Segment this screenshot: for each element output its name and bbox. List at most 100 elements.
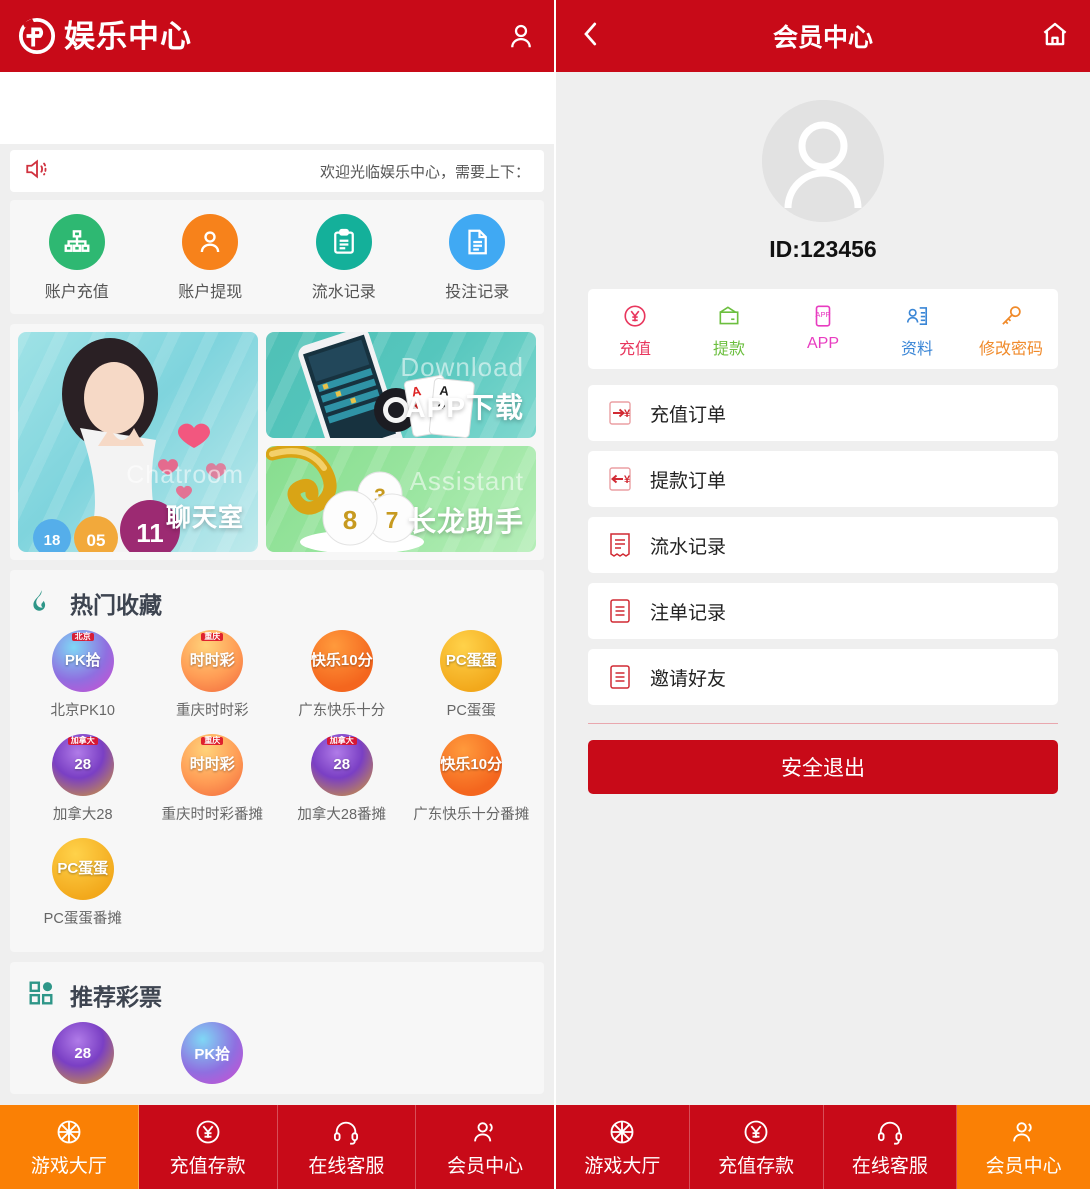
game-item[interactable]: PC蛋蛋 PC蛋蛋 — [407, 630, 537, 720]
nav-item-support[interactable]: 在线客服 — [823, 1105, 958, 1189]
user-icon — [182, 214, 239, 270]
hot-games-grid: 北京 PK拾 北京PK10 重庆 时时彩 重庆时时彩 快乐10分 广东快乐十分 … — [18, 630, 536, 942]
clipboard-icon — [315, 214, 372, 270]
action-profile[interactable]: 资料 — [870, 301, 964, 359]
action-change-password[interactable]: 修改密码 — [964, 301, 1058, 359]
game-label: 重庆时时彩 — [176, 703, 249, 719]
game-icon-text: PC蛋蛋 — [57, 860, 109, 878]
menu-item-deposit-orders[interactable]: ¥ 充值订单 — [588, 385, 1058, 441]
banner-placeholder-area — [0, 72, 554, 144]
user-id: ID:123456 — [769, 236, 877, 262]
nav-item-game-hall[interactable]: 游戏大厅 — [0, 1105, 139, 1189]
quick-actions-row: 账户充值 账户提现 流水记录 投注记录 — [10, 200, 544, 314]
game-item[interactable]: 28 — [18, 1022, 148, 1084]
flame-icon — [28, 588, 54, 619]
nav-item-support[interactable]: 在线客服 — [277, 1105, 417, 1189]
invite-friend-icon — [606, 662, 634, 692]
game-label: PC蛋蛋番摊 — [43, 911, 122, 927]
nav-item-member-center[interactable]: 会员中心 — [957, 1105, 1090, 1189]
game-icon: PK拾 — [181, 1022, 244, 1084]
action-label: 修改密码 — [978, 341, 1043, 358]
speaker-icon — [24, 156, 50, 187]
withdraw-order-icon: ¥ — [606, 464, 634, 494]
game-icon-badge: 加拿大 — [67, 736, 98, 746]
left-app-header: 娱乐中心 — [0, 0, 554, 72]
section-divider — [588, 723, 1058, 724]
game-item[interactable]: 北京 PK拾 北京PK10 — [18, 630, 148, 720]
home-icon[interactable] — [1040, 19, 1070, 54]
game-item[interactable]: 加拿大 28 加拿大28 — [18, 734, 148, 824]
user-icon[interactable] — [506, 21, 536, 51]
yen-circle-icon — [194, 1117, 222, 1147]
game-icon-text: 28 — [74, 756, 92, 774]
logout-button[interactable]: 安全退出 — [588, 740, 1058, 794]
members-icon — [1010, 1117, 1038, 1147]
game-item[interactable]: PK拾 — [148, 1022, 278, 1084]
menu-item-withdraw-orders[interactable]: ¥ 提款订单 — [588, 451, 1058, 507]
recommend-lottery-section: 推荐彩票 28 PK拾 — [10, 962, 544, 1094]
section-header: 热门收藏 — [18, 584, 536, 630]
menu-item-label: 流水记录 — [650, 536, 727, 558]
chatroom-banner[interactable]: 11 05 18 Chatroom 聊天室 — [18, 332, 258, 552]
member-menu-list: ¥ 充值订单 ¥ 提款订单 流水记录 注单记录 邀请好友 — [588, 385, 1058, 705]
nav-item-deposit[interactable]: 充值存款 — [689, 1105, 824, 1189]
game-icon: PC蛋蛋 — [51, 838, 114, 900]
game-item[interactable]: 快乐10分 广东快乐十分番摊 — [407, 734, 537, 824]
recommend-games-grid: 28 PK拾 — [18, 1022, 536, 1084]
action-recharge[interactable]: 充值 — [588, 301, 682, 359]
sitemap-icon — [48, 214, 105, 270]
yen-circle-icon — [588, 301, 682, 331]
game-label: 广东快乐十分 — [298, 703, 386, 719]
headset-icon — [876, 1117, 904, 1147]
game-label: 重庆时时彩番摊 — [161, 807, 264, 823]
game-item[interactable]: 快乐10分 广东快乐十分 — [277, 630, 407, 720]
game-label: 加拿大28番摊 — [297, 807, 387, 823]
game-icon: 快乐10分 — [440, 734, 503, 796]
game-item[interactable]: 重庆 时时彩 重庆时时彩番摊 — [148, 734, 278, 824]
assistant-banner[interactable]: 3 7 8 Assistant 长龙助手 — [266, 446, 536, 552]
nav-item-deposit[interactable]: 充值存款 — [138, 1105, 278, 1189]
yen-circle-icon — [742, 1117, 770, 1147]
app-download-banner[interactable]: A ♦ A ♣ Download APP下载 — [266, 332, 536, 438]
brand-logo-group[interactable]: 娱乐中心 — [18, 17, 192, 55]
game-item[interactable]: 重庆 时时彩 重庆时时彩 — [148, 630, 278, 720]
menu-item-flow-record[interactable]: 流水记录 — [588, 517, 1058, 573]
game-icon-text: PK拾 — [64, 652, 101, 670]
nav-item-member-center[interactable]: 会员中心 — [416, 1105, 554, 1189]
game-label: 广东快乐十分番摊 — [413, 807, 530, 823]
action-label: 资料 — [900, 341, 933, 358]
svg-text:APP: APP — [815, 310, 830, 319]
chevron-left-icon[interactable] — [576, 19, 606, 54]
notice-marquee[interactable]: 欢迎光临娱乐中心，需要上下： — [10, 150, 544, 192]
nav-item-game-hall[interactable]: 游戏大厅 — [556, 1105, 690, 1189]
action-app[interactable]: APP APP — [776, 301, 870, 359]
game-item[interactable]: 加拿大 28 加拿大28番摊 — [277, 734, 407, 824]
members-icon — [471, 1117, 499, 1147]
right-phone-panel: 会员中心 ID:123456 充值 提款 APP APP 资料 修改密码 ¥ 充… — [556, 0, 1090, 1189]
menu-item-invite-friends[interactable]: 邀请好友 — [588, 649, 1058, 705]
svg-text:05: 05 — [87, 531, 106, 550]
game-item[interactable]: PC蛋蛋 PC蛋蛋番摊 — [18, 838, 148, 928]
quick-action-bet-record[interactable]: 投注记录 — [411, 214, 545, 302]
game-icon-text: 时时彩 — [189, 652, 235, 670]
page-title: 会员中心 — [772, 24, 873, 52]
game-icon-text: 28 — [333, 756, 351, 774]
quick-action-label: 账户提现 — [178, 284, 243, 301]
quick-action-label: 账户充值 — [44, 284, 109, 301]
svg-text:18: 18 — [44, 532, 61, 549]
game-icon-text: 时时彩 — [189, 756, 235, 774]
quick-action-flow-record[interactable]: 流水记录 — [277, 214, 411, 302]
left-phone-panel: 娱乐中心 欢迎光临娱乐中心，需要上下： 账户充值 账户提现 流水记录 投注记录 … — [0, 0, 556, 1189]
menu-item-bet-record[interactable]: 注单记录 — [588, 583, 1058, 639]
game-icon-badge: 重庆 — [201, 736, 224, 746]
quick-action-recharge[interactable]: 账户充值 — [10, 214, 144, 302]
quick-action-withdraw[interactable]: 账户提现 — [144, 214, 278, 302]
avatar-placeholder-icon[interactable] — [762, 100, 884, 222]
action-withdraw[interactable]: 提款 — [682, 301, 776, 359]
game-icon-badge: 加拿大 — [326, 736, 357, 746]
document-icon — [449, 214, 506, 270]
id-card-icon — [870, 301, 964, 331]
game-icon-text: 快乐10分 — [440, 756, 503, 774]
nav-label: 会员中心 — [985, 1155, 1062, 1177]
member-actions-row: 充值 提款 APP APP 资料 修改密码 — [588, 289, 1058, 369]
